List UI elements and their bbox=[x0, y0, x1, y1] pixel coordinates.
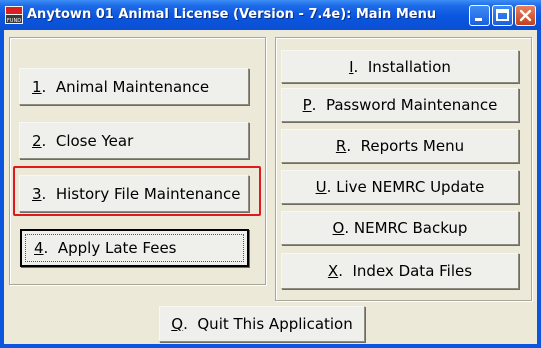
hotkey: Q bbox=[171, 315, 184, 333]
quit-application-button[interactable]: Q. Quit This Application bbox=[159, 306, 365, 342]
button-label: Index Data Files bbox=[342, 262, 473, 280]
window-title: Anytown 01 Animal License (Version - 7.4… bbox=[27, 7, 437, 22]
button-label: Live NEMRC Update bbox=[331, 178, 485, 196]
hotkey: P bbox=[302, 96, 312, 114]
nemrc-backup-button[interactable]: O. NEMRC Backup bbox=[281, 211, 519, 245]
hotkey: O bbox=[332, 219, 345, 237]
nemrc-fund-icon: FUND bbox=[5, 6, 23, 24]
hotkey: U bbox=[315, 178, 327, 196]
button-label: Installation bbox=[358, 57, 451, 76]
highlight-box bbox=[13, 166, 261, 216]
index-data-files-button[interactable]: X. Index Data Files bbox=[281, 253, 519, 289]
hotkey: R bbox=[335, 137, 347, 155]
apply-late-fees-button[interactable]: 4. Apply Late Fees bbox=[20, 229, 249, 267]
app-window: FUND Anytown 01 Animal License (Version … bbox=[0, 0, 541, 348]
live-nemrc-update-button[interactable]: U. Live NEMRC Update bbox=[281, 170, 519, 204]
animal-maintenance-button[interactable]: 1. Animal Maintenance bbox=[19, 68, 249, 105]
button-label: Quit This Application bbox=[187, 315, 353, 333]
reports-menu-button[interactable]: R. Reports Menu bbox=[281, 129, 519, 163]
close-button[interactable] bbox=[515, 5, 536, 26]
password-maintenance-button[interactable]: P. Password Maintenance bbox=[281, 88, 519, 122]
maximize-button[interactable] bbox=[492, 5, 513, 26]
svg-text:FUND: FUND bbox=[7, 18, 21, 24]
button-label: Close Year bbox=[46, 131, 134, 150]
button-label: Password Maintenance bbox=[316, 96, 498, 114]
hotkey: X bbox=[327, 262, 339, 280]
close-icon bbox=[519, 9, 532, 22]
hotkey: 1 bbox=[32, 77, 42, 96]
installation-button[interactable]: I. Installation bbox=[281, 50, 519, 83]
client-area: 1. Animal Maintenance 2. Close Year 3. H… bbox=[4, 30, 537, 344]
minimize-button[interactable] bbox=[469, 5, 490, 26]
button-label: Reports Menu bbox=[351, 137, 465, 155]
button-label: NEMRC Backup bbox=[349, 219, 468, 237]
focus-rectangle bbox=[25, 234, 244, 262]
title-bar[interactable]: FUND Anytown 01 Animal License (Version … bbox=[0, 0, 541, 30]
close-year-button[interactable]: 2. Close Year bbox=[19, 122, 249, 159]
maximize-icon bbox=[496, 9, 509, 21]
button-label: Animal Maintenance bbox=[46, 77, 210, 96]
minimize-icon bbox=[475, 18, 482, 21]
hotkey: 2 bbox=[32, 131, 42, 150]
